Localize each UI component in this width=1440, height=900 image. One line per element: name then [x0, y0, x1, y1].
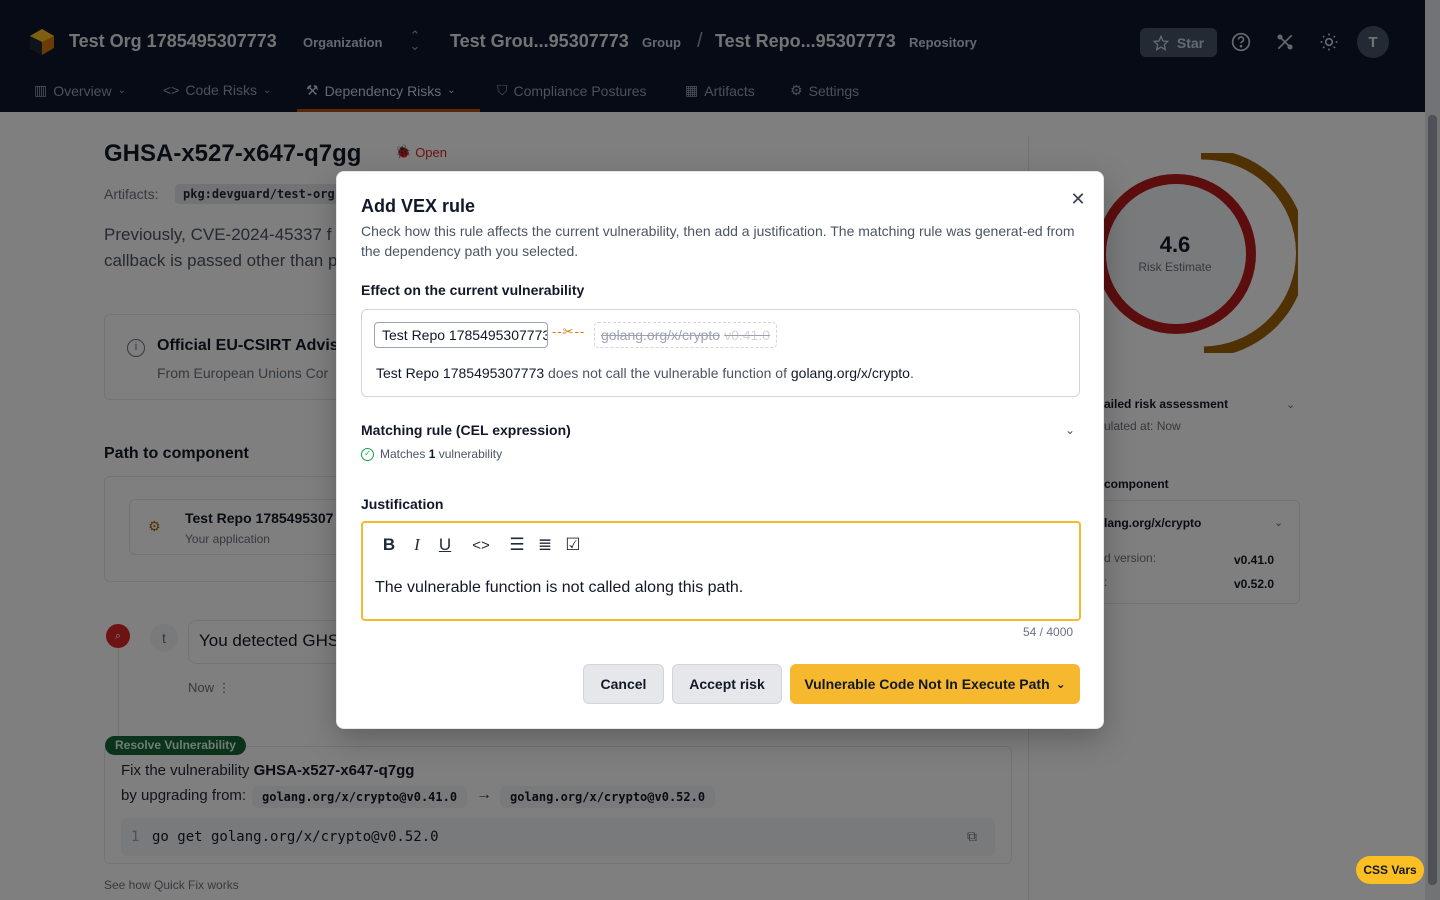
- dependency-version: v0.41.0: [724, 327, 771, 343]
- justification-editor[interactable]: B I U <> ☰ ≣ ☑ The vulnerable function i…: [361, 521, 1081, 621]
- chevron-down-icon[interactable]: ⌄: [1065, 423, 1075, 437]
- check-circle-icon: ✓: [361, 447, 374, 461]
- dialog-title: Add VEX rule: [361, 196, 476, 216]
- bullet-list-icon[interactable]: ☰: [503, 533, 531, 557]
- chevron-down-icon[interactable]: ⌄: [1056, 677, 1066, 691]
- accept-risk-button[interactable]: Accept risk: [672, 664, 782, 704]
- italic-icon[interactable]: I: [403, 533, 431, 557]
- character-count: 54 / 4000: [1023, 625, 1074, 639]
- bold-icon[interactable]: B: [375, 533, 403, 557]
- dialog-description: Check how this rule affects the current …: [361, 223, 1075, 259]
- matches-prefix: Matches: [380, 447, 429, 461]
- effect-section-title: Effect on the current vulnerability: [361, 282, 585, 298]
- effect-subject: Test Repo 1785495307773: [376, 365, 545, 381]
- effect-explanation: Test Repo 1785495307773 does not call th…: [376, 365, 914, 381]
- numbered-list-icon[interactable]: ≣: [531, 533, 559, 557]
- dependency-name: golang.org/x/crypto: [601, 327, 721, 343]
- task-list-icon[interactable]: ☑: [559, 533, 587, 557]
- primary-button-label: Vulnerable Code Not In Execute Path: [804, 676, 1050, 692]
- vex-justification-button[interactable]: Vulnerable Code Not In Execute Path ⌄: [790, 664, 1080, 704]
- justification-title: Justification: [361, 496, 444, 512]
- justification-text[interactable]: The vulnerable function is not called al…: [375, 579, 743, 597]
- editor-toolbar: B I U <> ☰ ≣ ☑: [375, 533, 587, 557]
- dependency-chip: golang.org/x/crypto v0.41.0: [594, 322, 778, 348]
- matching-rule-title[interactable]: Matching rule (CEL expression): [361, 422, 571, 438]
- effect-preview: Test Repo 1785495307773 --✂-- golang.org…: [361, 309, 1080, 397]
- close-icon[interactable]: ✕: [1068, 189, 1088, 209]
- cancel-button[interactable]: Cancel: [583, 664, 664, 704]
- add-vex-rule-dialog: Add VEX rule ✕ Check how this rule affec…: [336, 171, 1104, 729]
- effect-target: golang.org/x/crypto: [790, 365, 910, 381]
- effect-end: .: [909, 365, 914, 381]
- css-vars-button[interactable]: CSS Vars: [1356, 856, 1424, 884]
- underline-icon[interactable]: U: [431, 533, 459, 557]
- scissors-icon: --✂--: [552, 324, 586, 339]
- code-icon[interactable]: <>: [467, 533, 495, 557]
- effect-middle: does not call the vulnerable function of: [544, 365, 791, 381]
- repo-chip: Test Repo 1785495307773: [374, 322, 548, 348]
- match-count: ✓ Matches 1 vulnerability: [361, 447, 502, 461]
- matches-suffix: vulnerability: [435, 447, 503, 461]
